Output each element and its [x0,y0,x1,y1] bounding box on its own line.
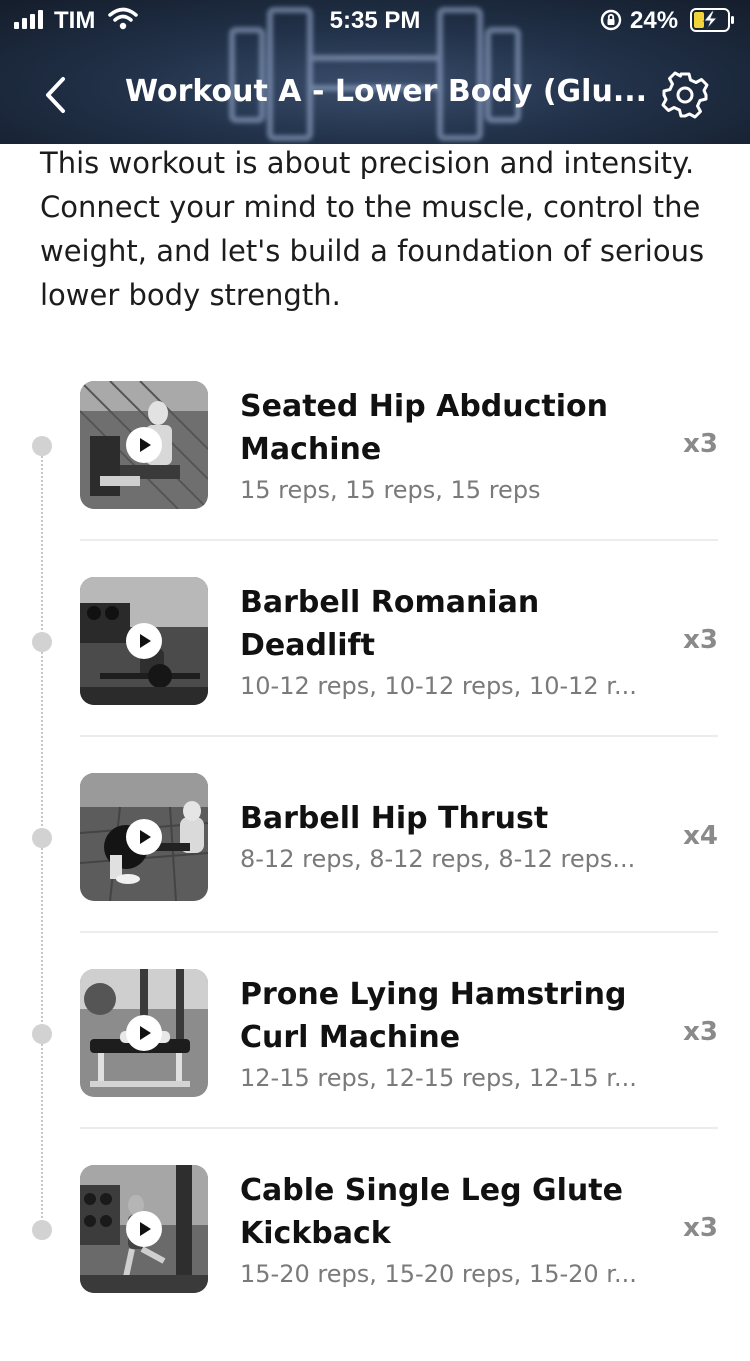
exercise-thumbnail[interactable] [80,381,208,509]
exercise-name: Cable Single Leg Glute Kickback [240,1173,623,1251]
exercise-thumbnail[interactable] [80,969,208,1097]
battery-charging-icon [690,8,734,32]
play-icon [140,1222,151,1236]
battery-percent: 24% [630,7,679,34]
exercise-reps: 8-12 reps, 8-12 reps, 8-12 reps... [240,845,636,873]
play-button[interactable] [126,1015,162,1051]
play-button[interactable] [126,819,162,855]
exercise-name: Prone Lying Hamstring Curl Machine [240,977,627,1055]
exercise-sets: x3 [683,1213,718,1243]
chevron-left-icon [46,77,65,113]
play-icon [140,830,151,844]
exercise-name: Seated Hip Abduction Machine [240,389,609,467]
play-icon [140,438,151,452]
exercise-item[interactable]: Barbell Romanian Deadlift 10-12 reps, 10… [0,577,750,773]
page-title: Workout A - Lower Body (Glu... [124,74,648,109]
play-button[interactable] [126,1211,162,1247]
rotation-lock-icon [600,9,622,31]
exercise-item[interactable]: Seated Hip Abduction Machine 15 reps, 15… [0,381,750,577]
play-button[interactable] [126,427,162,463]
timeline-dot [32,632,52,652]
divider [80,539,718,541]
divider [80,1127,718,1129]
exercise-name: Barbell Hip Thrust [240,801,549,836]
exercise-item[interactable]: Prone Lying Hamstring Curl Machine 12-15… [0,969,750,1165]
header: TIM 5:35 PM 24% Workout A - Lower Body (… [0,0,750,144]
divider [80,735,718,737]
workout-description: This workout is about precision and inte… [40,146,705,312]
exercise-reps: 12-15 reps, 12-15 reps, 12-15 r... [240,1064,637,1092]
exercise-thumbnail[interactable] [80,577,208,705]
exercise-sets: x3 [683,625,718,655]
exercise-reps: 10-12 reps, 10-12 reps, 10-12 r... [240,672,637,700]
timeline-dot [32,1024,52,1044]
divider [80,931,718,933]
exercise-reps: 15 reps, 15 reps, 15 reps [240,476,541,504]
exercise-item[interactable]: Cable Single Leg Glute Kickback 15-20 re… [0,1165,750,1361]
settings-button[interactable] [656,66,714,124]
timeline-dot [32,1220,52,1240]
status-bar: TIM 5:35 PM 24% [0,0,750,40]
exercise-sets: x3 [683,1017,718,1047]
navigation-bar: Workout A - Lower Body (Glu... [0,60,750,130]
exercise-thumbnail[interactable] [80,1165,208,1293]
exercise-reps: 15-20 reps, 15-20 reps, 15-20 r... [240,1260,637,1288]
timeline-dot [32,436,52,456]
timeline-dot [32,828,52,848]
exercise-item[interactable]: Barbell Hip Thrust 8-12 reps, 8-12 reps,… [0,773,750,969]
play-icon [140,634,151,648]
exercise-thumbnail[interactable] [80,773,208,901]
gear-icon [661,71,709,119]
exercise-name: Barbell Romanian Deadlift [240,585,540,663]
play-button[interactable] [126,623,162,659]
back-button[interactable] [30,70,80,120]
exercise-sets: x3 [683,429,718,459]
play-icon [140,1026,151,1040]
exercise-sets: x4 [683,821,718,851]
